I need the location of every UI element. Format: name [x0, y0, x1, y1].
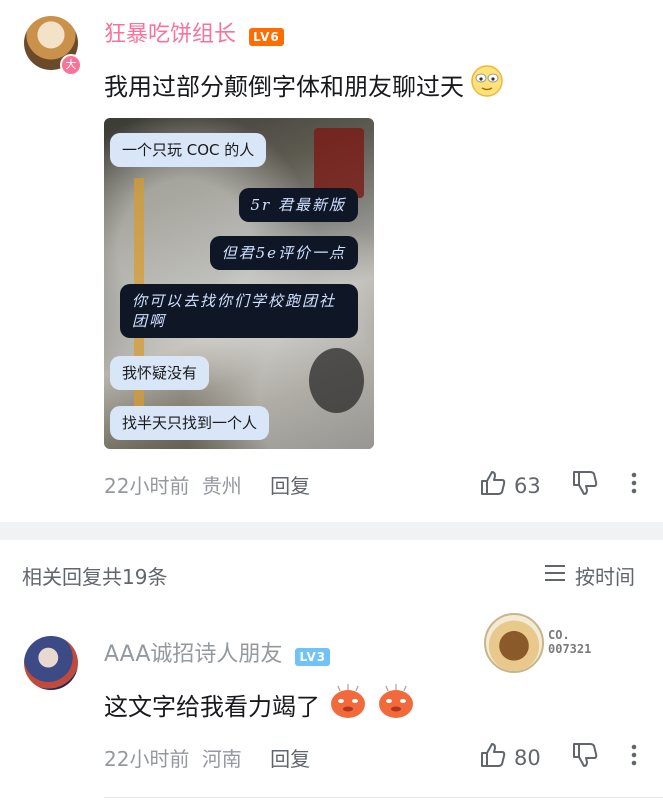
sleepy-face-icon [470, 64, 504, 104]
thumb-down-icon [570, 740, 600, 774]
comment2-text-row: 这文字给我看力竭了 [104, 682, 416, 726]
sort-toggle[interactable]: 按时间 [543, 561, 635, 590]
comment1-header: 狂暴吃饼组长 LV6 [104, 16, 284, 48]
username[interactable]: AAA诚招诗人朋友 [104, 642, 282, 667]
like-count: 63 [514, 473, 541, 498]
comment2-header: AAA诚招诗人朋友 LV3 [104, 636, 331, 668]
location: 贵州 [201, 474, 242, 498]
reply-button[interactable]: 回复 [270, 474, 310, 498]
sort-label: 按时间 [575, 565, 635, 589]
chat-bubble: 但君5e评价一点 [209, 236, 358, 270]
like-button[interactable]: 63 [478, 468, 541, 503]
chat-bubble: 一个只玩 COC 的人 [110, 133, 267, 167]
avatar-comment2[interactable] [24, 636, 78, 690]
thumb-down-icon [570, 468, 600, 502]
reply-button[interactable]: 回复 [270, 747, 310, 771]
fan-badge-number: CO. 007321 [548, 628, 592, 656]
chat-bubble: 我怀疑没有 [110, 356, 210, 390]
chat-bubble: 找半天只找到一个人 [110, 406, 270, 440]
vip-badge: 大 [60, 54, 82, 76]
comment-text: 我用过部分颠倒字体和朋友聊过天 [104, 72, 464, 101]
bottom-divider-line [104, 797, 663, 798]
location: 河南 [201, 747, 242, 771]
comment1-text-row: 我用过部分颠倒字体和朋友聊过天 [104, 64, 504, 104]
fan-badge-decoration [484, 613, 544, 673]
timestamp: 22小时前 [104, 747, 190, 771]
comment-text: 这文字给我看力竭了 [104, 692, 320, 721]
dislike-button[interactable] [570, 740, 600, 774]
comment2-meta: 22小时前 河南 回复 [104, 743, 310, 772]
like-button[interactable]: 80 [478, 740, 541, 775]
like-count: 80 [514, 745, 541, 770]
exhausted-emoji-icon [328, 682, 368, 726]
chat-screenshot-image[interactable]: 一个只玩 COC 的人 5r 君最新版 但君5e评价一点 你可以去找你们学校跑团… [104, 118, 374, 449]
level-badge: LV3 [295, 647, 331, 666]
thumb-up-icon [478, 468, 508, 503]
thumb-up-icon [478, 740, 508, 775]
sort-lines-icon [543, 562, 567, 589]
more-menu-icon[interactable] [624, 742, 644, 772]
username[interactable]: 狂暴吃饼组长 [104, 22, 236, 47]
section-divider [0, 522, 663, 540]
exhausted-emoji-icon [376, 682, 416, 726]
timestamp: 22小时前 [104, 474, 190, 498]
chat-bubble: 你可以去找你们学校跑团社团啊 [120, 284, 358, 338]
more-menu-icon[interactable] [624, 470, 644, 500]
chat-bubble: 5r 君最新版 [238, 188, 358, 222]
comment1-meta: 22小时前 贵州 回复 [104, 470, 310, 499]
level-badge: LV6 [249, 27, 284, 46]
dislike-button[interactable] [570, 468, 600, 502]
replies-count: 相关回复共19条 [22, 565, 168, 589]
